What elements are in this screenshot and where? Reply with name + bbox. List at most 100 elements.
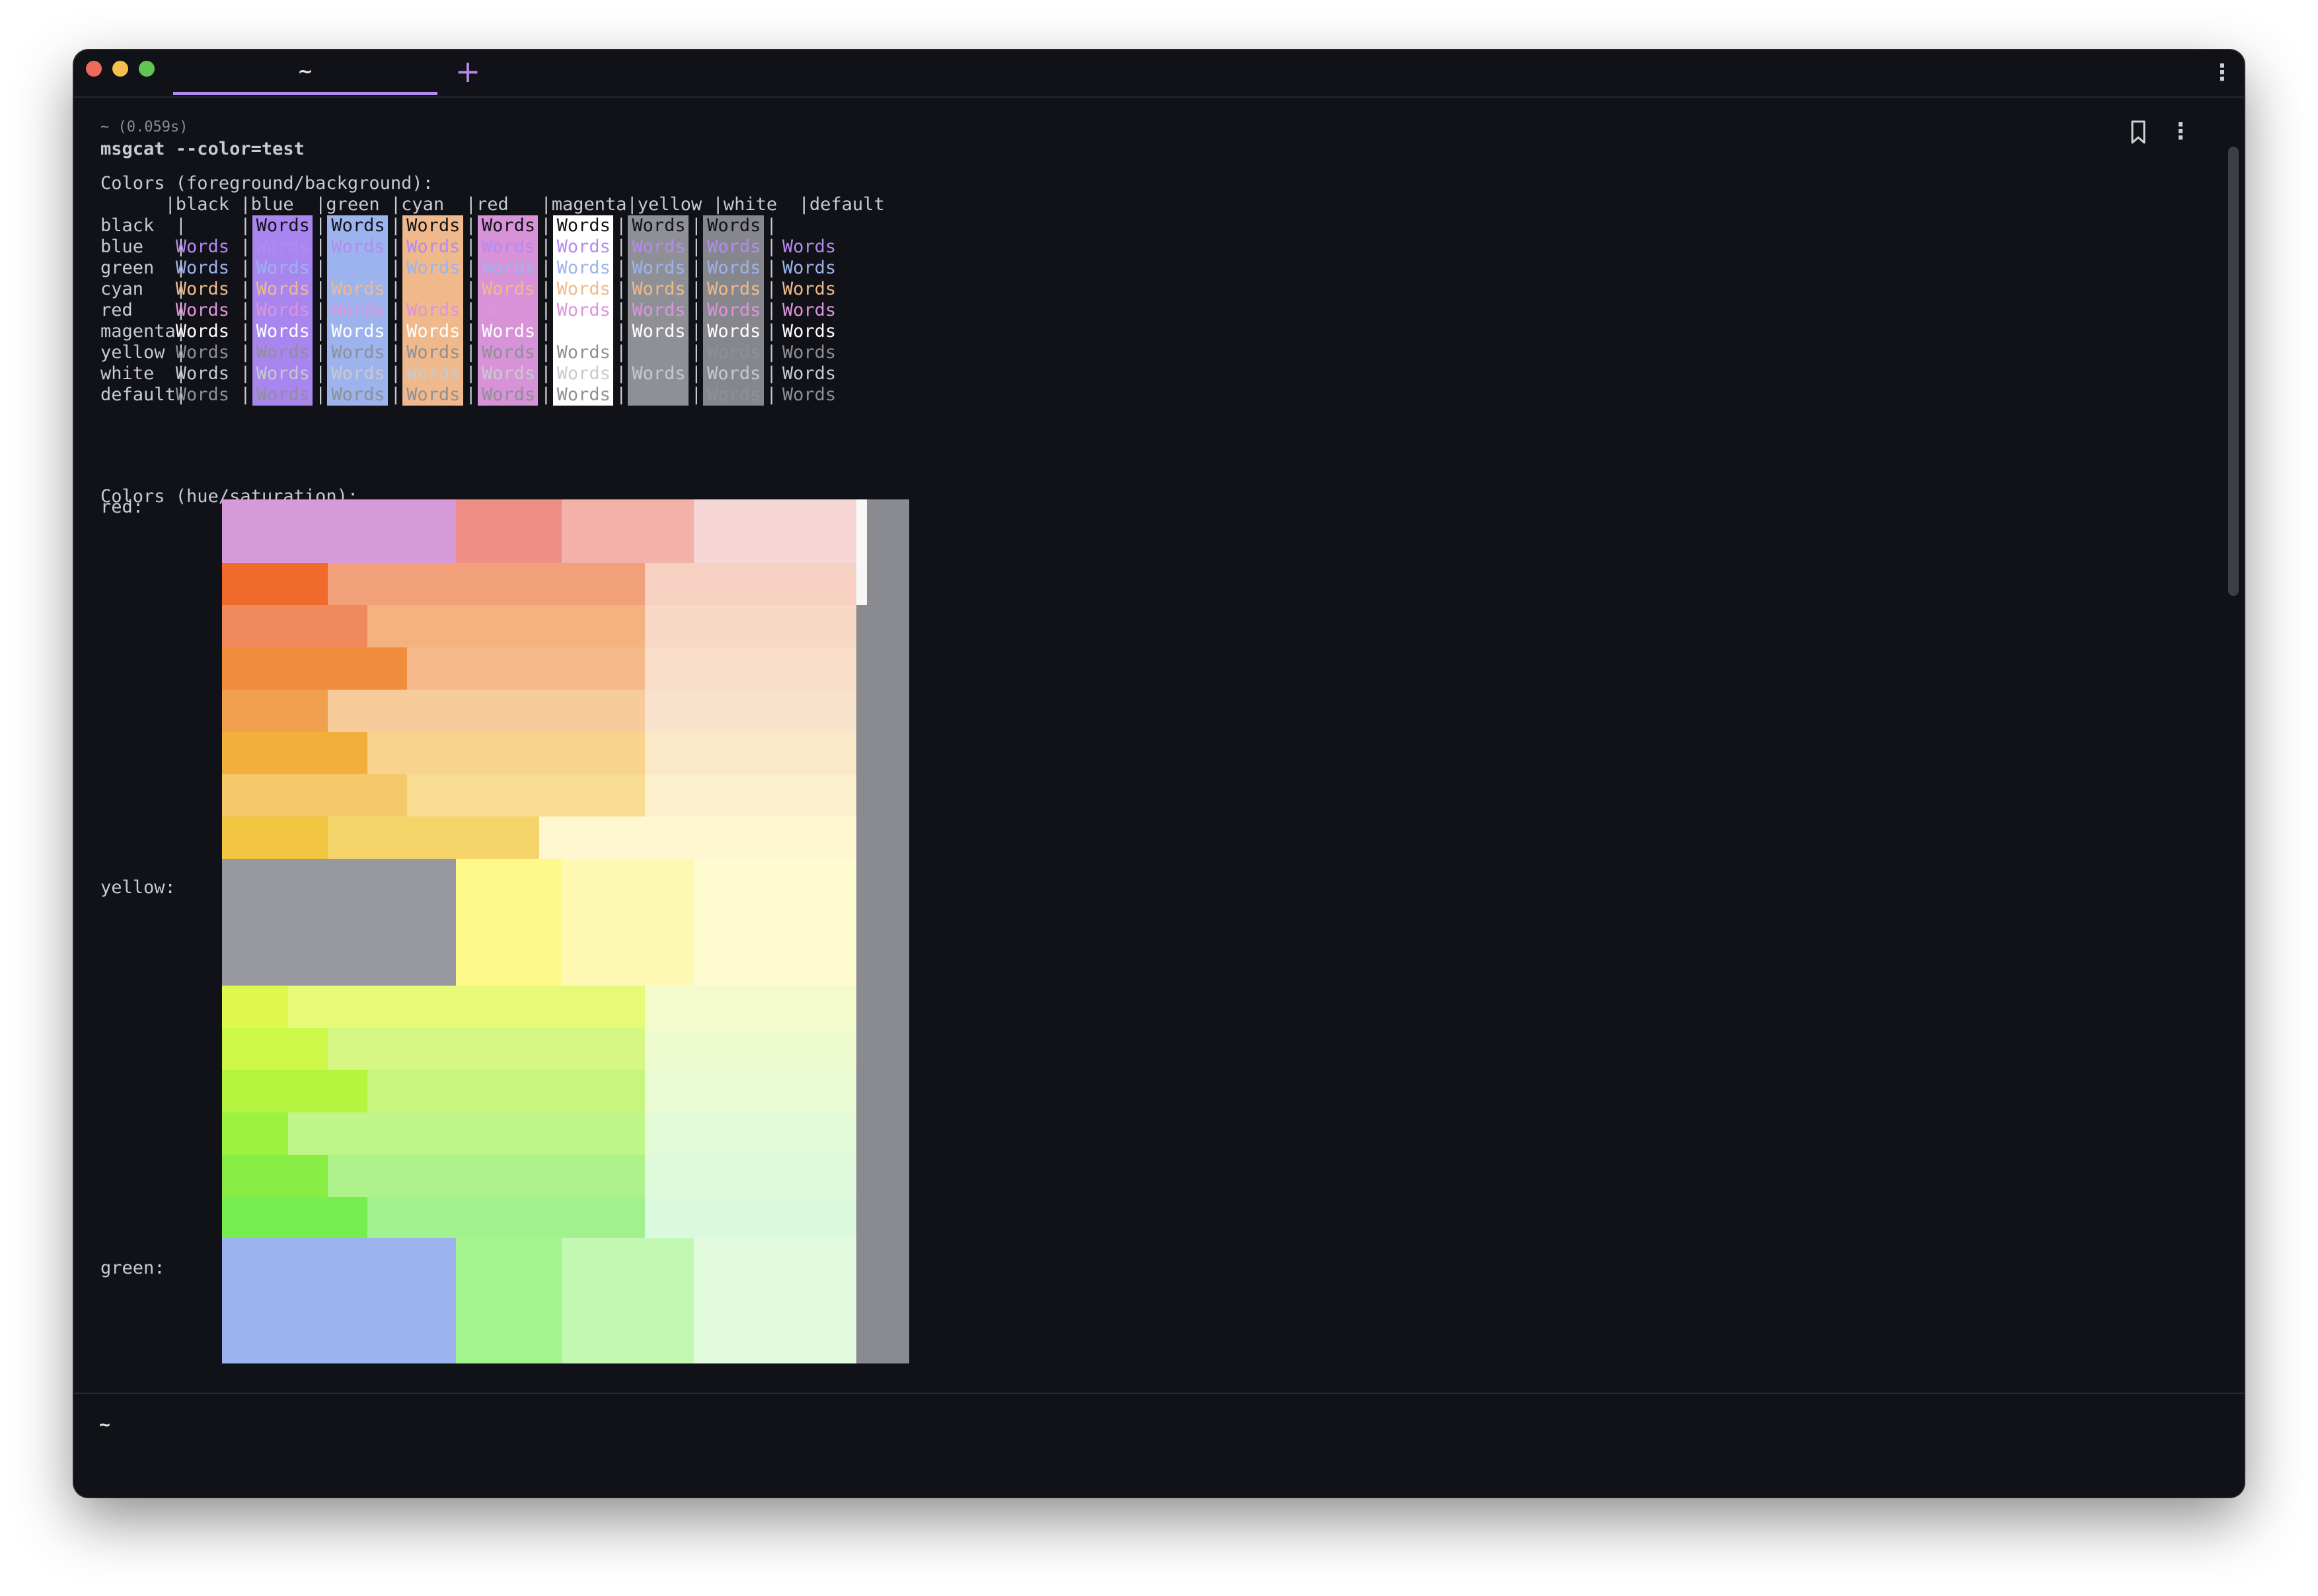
color-sample: Words xyxy=(707,384,761,405)
column-separator: | xyxy=(240,258,251,278)
column-separator: | xyxy=(240,300,251,320)
color-sample: Words xyxy=(256,279,310,299)
color-sample: Words xyxy=(406,279,461,299)
column-separator: | xyxy=(465,215,476,236)
column-separator: | xyxy=(315,363,326,384)
column-separator: | xyxy=(390,215,402,236)
color-sample: Words xyxy=(175,342,230,363)
command-text[interactable]: msgcat --color=test xyxy=(100,139,305,159)
column-separator: | xyxy=(616,300,627,320)
column-separator: | xyxy=(390,321,402,342)
hue-swatch xyxy=(222,499,456,563)
color-sample: Words xyxy=(406,321,461,342)
color-sample: Words xyxy=(782,236,837,257)
hue-label-yellow: yellow: xyxy=(100,877,176,898)
minimize-window-button[interactable] xyxy=(112,61,128,77)
color-sample: Words xyxy=(331,279,385,299)
hue-swatch xyxy=(456,499,562,563)
column-separator: | xyxy=(766,258,777,278)
column-separator: | xyxy=(240,363,251,384)
color-sample: Words xyxy=(481,321,536,342)
column-separator: | xyxy=(616,321,627,342)
color-sample: Words xyxy=(256,215,310,236)
hue-swatch xyxy=(856,499,909,1363)
color-sample: Words xyxy=(406,342,461,363)
color-sample: Words xyxy=(331,342,385,363)
hue-swatch xyxy=(456,1238,562,1363)
column-separator: | xyxy=(691,321,702,342)
column-separator: | xyxy=(541,236,552,257)
row-label: default| xyxy=(100,384,187,405)
prompt-text[interactable]: ~ xyxy=(99,1414,110,1435)
hue-swatch xyxy=(562,1238,694,1363)
bookmark-icon[interactable] xyxy=(2126,119,2150,145)
output-scrollbar[interactable] xyxy=(2228,103,2239,1431)
column-separator: | xyxy=(465,258,476,278)
column-separator: | xyxy=(691,384,702,405)
column-separator: | xyxy=(766,300,777,320)
column-separator: | xyxy=(465,321,476,342)
color-sample: Words xyxy=(632,215,686,236)
new-tab-button[interactable]: + xyxy=(448,53,488,92)
column-separator: | xyxy=(691,258,702,278)
block-header: ~ (0.059s) xyxy=(100,119,188,135)
row-label: yellow | xyxy=(100,342,187,363)
window-menu-icon[interactable]: ⋮ xyxy=(2211,57,2233,90)
color-sample: Words xyxy=(331,321,385,342)
color-sample: Words xyxy=(406,300,461,320)
zoom-window-button[interactable] xyxy=(139,61,155,77)
column-separator: | xyxy=(315,384,326,405)
column-separator: | xyxy=(240,321,251,342)
hue-swatch xyxy=(222,774,407,816)
hue-swatch xyxy=(562,859,694,986)
color-sample: Words xyxy=(481,342,536,363)
hue-swatch xyxy=(222,816,328,859)
column-separator: | xyxy=(766,279,777,299)
column-separator: | xyxy=(616,363,627,384)
column-separator: | xyxy=(240,342,251,363)
hue-swatch xyxy=(222,605,367,647)
tab-home[interactable]: ~ xyxy=(173,50,437,95)
column-separator: | xyxy=(465,236,476,257)
color-sample: Words xyxy=(256,236,310,257)
column-separator: | xyxy=(616,384,627,405)
hue-swatch xyxy=(222,1197,367,1239)
color-sample: Words xyxy=(406,258,461,278)
color-sample: Words xyxy=(782,258,837,278)
color-sample: Words xyxy=(782,363,837,384)
column-separator: | xyxy=(541,321,552,342)
input-area[interactable]: ~ xyxy=(74,1393,2244,1497)
color-sample: Words xyxy=(256,363,310,384)
color-sample: Words xyxy=(481,384,536,405)
column-separator: | xyxy=(766,384,777,405)
block-more-icon[interactable]: ⋮ xyxy=(2169,119,2192,145)
color-sample: Words xyxy=(256,258,310,278)
color-sample: Words xyxy=(556,215,611,236)
column-separator: | xyxy=(240,279,251,299)
color-sample: Words xyxy=(707,258,761,278)
color-sample: Words xyxy=(707,236,761,257)
row-label: red | xyxy=(100,300,187,320)
column-separator: | xyxy=(315,321,326,342)
column-separator: | xyxy=(691,215,702,236)
column-separator: | xyxy=(465,279,476,299)
column-separator: | xyxy=(691,342,702,363)
close-window-button[interactable] xyxy=(86,61,102,77)
hue-swatch xyxy=(222,563,328,605)
color-sample: Words xyxy=(481,258,536,278)
color-sample: Words xyxy=(481,236,536,257)
hue-swatch xyxy=(222,647,407,690)
column-separator: | xyxy=(315,342,326,363)
column-separator: | xyxy=(541,384,552,405)
scrollbar-thumb[interactable] xyxy=(2228,147,2239,596)
color-sample: Words xyxy=(481,215,536,236)
color-sample: Words xyxy=(782,300,837,320)
hue-swatch xyxy=(222,690,328,732)
row-label: black | xyxy=(100,215,187,236)
color-sample: Words xyxy=(632,258,686,278)
column-separator: | xyxy=(390,384,402,405)
color-sample: Words xyxy=(256,321,310,342)
column-separator: | xyxy=(616,215,627,236)
column-separator: | xyxy=(315,215,326,236)
color-sample: Words xyxy=(707,342,761,363)
